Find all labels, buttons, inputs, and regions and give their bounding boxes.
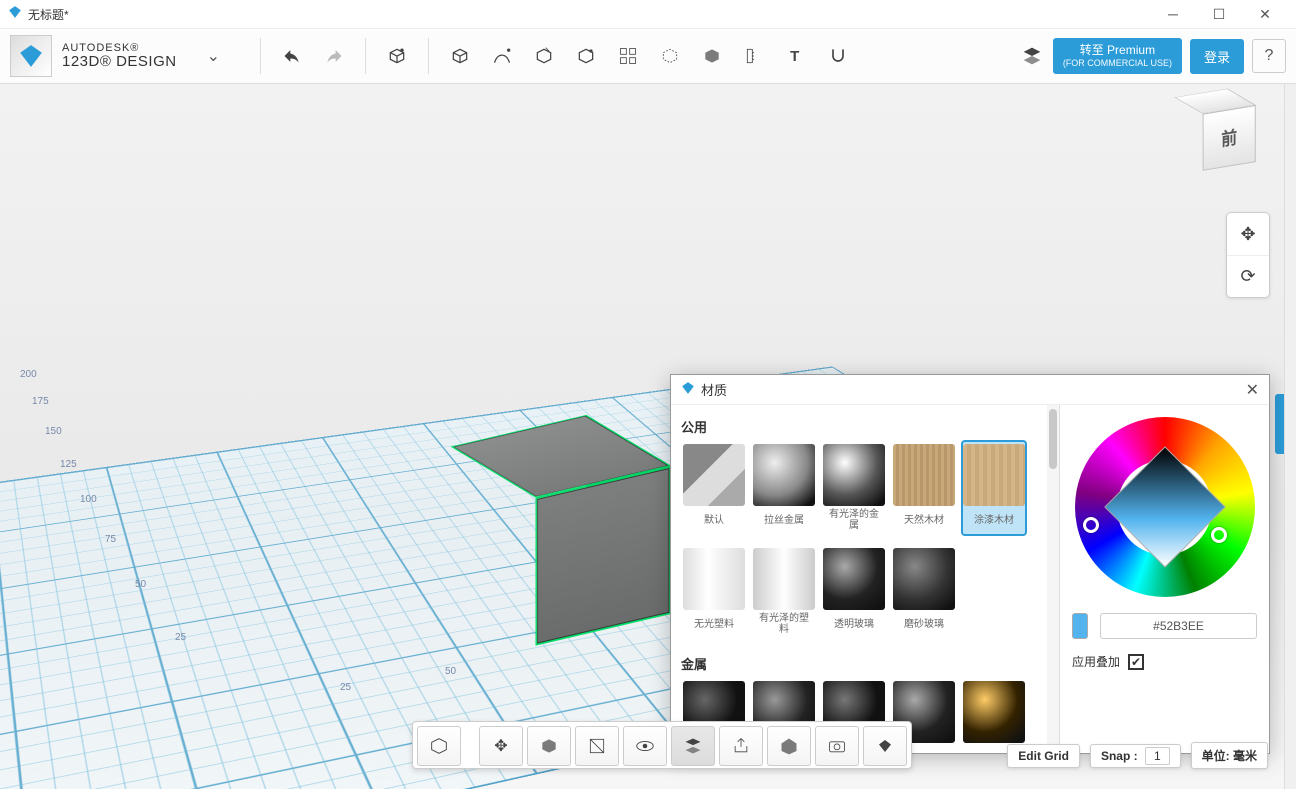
brand-line2: 123D® DESIGN — [62, 54, 177, 69]
material-default[interactable]: 默认 — [681, 440, 747, 536]
pan-icon[interactable]: ✥ — [1227, 213, 1269, 255]
bb-visibility-icon[interactable] — [623, 726, 667, 766]
material-shiny-plastic[interactable]: 有光泽的塑料 — [751, 544, 817, 640]
axis-label: 100 — [80, 494, 97, 505]
pattern-tool-icon[interactable] — [611, 39, 645, 73]
app-logo-icon — [8, 5, 22, 24]
axis-label: 25 — [340, 682, 351, 693]
units-control[interactable]: 单位: 毫米 — [1191, 742, 1268, 769]
undo-button[interactable] — [275, 39, 309, 73]
overlay-checkbox[interactable]: ✔ — [1128, 654, 1144, 670]
modify-tool-icon[interactable] — [569, 39, 603, 73]
layers-icon[interactable] — [1015, 39, 1049, 73]
viewport[interactable]: 200 175 150 125 100 75 50 25 25 50 左 前 ✥… — [0, 84, 1284, 789]
bb-extrude-icon[interactable] — [417, 726, 461, 766]
snap-tool-icon[interactable] — [821, 39, 855, 73]
vertical-scrollbar[interactable] — [1284, 84, 1296, 789]
dialog-titlebar[interactable]: 材质 ✕ — [671, 375, 1269, 405]
dialog-title: 材质 — [701, 380, 727, 399]
material-brushed-metal[interactable]: 拉丝金属 — [751, 440, 817, 536]
bb-scale-icon[interactable] — [527, 726, 571, 766]
group-tool-icon[interactable] — [653, 39, 687, 73]
material-matte-plastic[interactable]: 无光塑料 — [681, 544, 747, 640]
view-controls: ✥ ⟳ — [1226, 212, 1270, 298]
selected-cube[interactable] — [493, 438, 637, 629]
material-natural-wood[interactable]: 天然木材 — [891, 440, 957, 536]
snap-control[interactable]: Snap : 1 — [1090, 744, 1181, 768]
orbit-icon[interactable]: ⟳ — [1227, 255, 1269, 297]
maximize-button[interactable]: ☐ — [1196, 0, 1242, 28]
premium-line2: (FOR COMMERCIAL USE) — [1063, 58, 1172, 69]
material-frosted-glass[interactable]: 磨砂玻璃 — [891, 544, 957, 640]
color-panel: 应用叠加 ✔ — [1059, 405, 1269, 753]
color-preview — [1072, 613, 1088, 639]
bottom-toolbar: ✥ — [412, 721, 912, 769]
hue-handle[interactable] — [1083, 517, 1099, 533]
bb-export-icon[interactable] — [719, 726, 763, 766]
svg-text:T: T — [790, 48, 799, 65]
bb-camera-icon[interactable] — [815, 726, 859, 766]
axis-label: 50 — [135, 579, 146, 590]
snap-value[interactable]: 1 — [1145, 747, 1170, 765]
axis-label: 25 — [175, 632, 186, 643]
material-shiny-metal[interactable]: 有光泽的金属 — [821, 440, 887, 536]
premium-button[interactable]: 转至 Premium (FOR COMMERCIAL USE) — [1053, 38, 1182, 73]
app-menu-chevron-icon[interactable]: ⌄ — [207, 46, 220, 66]
color-triangle[interactable] — [1104, 446, 1226, 568]
status-bar: Edit Grid Snap : 1 单位: 毫米 — [1007, 742, 1268, 769]
materials-list: 公用 默认 拉丝金属 有光泽的金属 天然木材 涂漆木材 无光塑料 有光泽的塑料 … — [671, 405, 1047, 753]
login-button[interactable]: 登录 — [1190, 39, 1244, 74]
measure-tool-icon[interactable] — [737, 39, 771, 73]
dialog-close-icon[interactable]: ✕ — [1246, 380, 1259, 400]
redo-button[interactable] — [317, 39, 351, 73]
minimize-button[interactable]: ─ — [1150, 0, 1196, 28]
axis-label: 200 — [20, 369, 37, 380]
sv-handle[interactable] — [1211, 527, 1227, 543]
edit-grid-button[interactable]: Edit Grid — [1007, 744, 1080, 768]
construct-tool-icon[interactable] — [527, 39, 561, 73]
bb-rotate-icon[interactable] — [575, 726, 619, 766]
window-title: 无标题* — [28, 6, 1150, 23]
text-tool-icon[interactable]: T — [779, 39, 813, 73]
viewcube-front[interactable]: 前 — [1203, 105, 1256, 171]
axis-label: 175 — [32, 396, 49, 407]
app-logo[interactable]: AUTODESK® 123D® DESIGN ⌄ — [10, 35, 220, 77]
cube-tool-icon[interactable] — [443, 39, 477, 73]
section-common: 公用 — [681, 417, 1045, 436]
dialog-logo-icon — [681, 381, 695, 398]
titlebar: 无标题* ─ ☐ ✕ — [0, 0, 1296, 28]
side-panel-toggle[interactable] — [1275, 394, 1284, 454]
material-painted-wood[interactable]: 涂漆木材 — [961, 440, 1027, 536]
help-button[interactable]: ? — [1252, 39, 1286, 73]
materials-scrollbar[interactable] — [1047, 405, 1059, 753]
material-clear-glass[interactable]: 透明玻璃 — [821, 544, 887, 640]
bb-down-icon[interactable] — [863, 726, 907, 766]
bb-move-icon[interactable]: ✥ — [479, 726, 523, 766]
overlay-label: 应用叠加 — [1072, 653, 1120, 670]
primitives-button[interactable] — [380, 39, 414, 73]
axis-label: 50 — [445, 666, 456, 677]
bb-solid-icon[interactable] — [767, 726, 811, 766]
hex-input[interactable] — [1100, 613, 1257, 639]
combine-tool-icon[interactable] — [695, 39, 729, 73]
bb-materials-icon[interactable] — [671, 726, 715, 766]
axis-label: 125 — [60, 459, 77, 470]
main-toolbar: AUTODESK® 123D® DESIGN ⌄ T 转至 Premium (F… — [0, 28, 1296, 84]
materials-dialog: 材质 ✕ 公用 默认 拉丝金属 有光泽的金属 天然木材 涂漆木材 无光塑料 有光… — [670, 374, 1270, 754]
material-metal-5[interactable] — [961, 677, 1027, 747]
color-wheel[interactable] — [1075, 417, 1255, 597]
sketch-tool-icon[interactable] — [485, 39, 519, 73]
axis-label: 150 — [45, 426, 62, 437]
axis-label: 75 — [105, 534, 116, 545]
close-button[interactable]: ✕ — [1242, 0, 1288, 28]
section-metal: 金属 — [681, 654, 1045, 673]
premium-line1: 转至 Premium — [1063, 43, 1172, 57]
view-cube[interactable]: 左 前 — [1189, 94, 1258, 179]
